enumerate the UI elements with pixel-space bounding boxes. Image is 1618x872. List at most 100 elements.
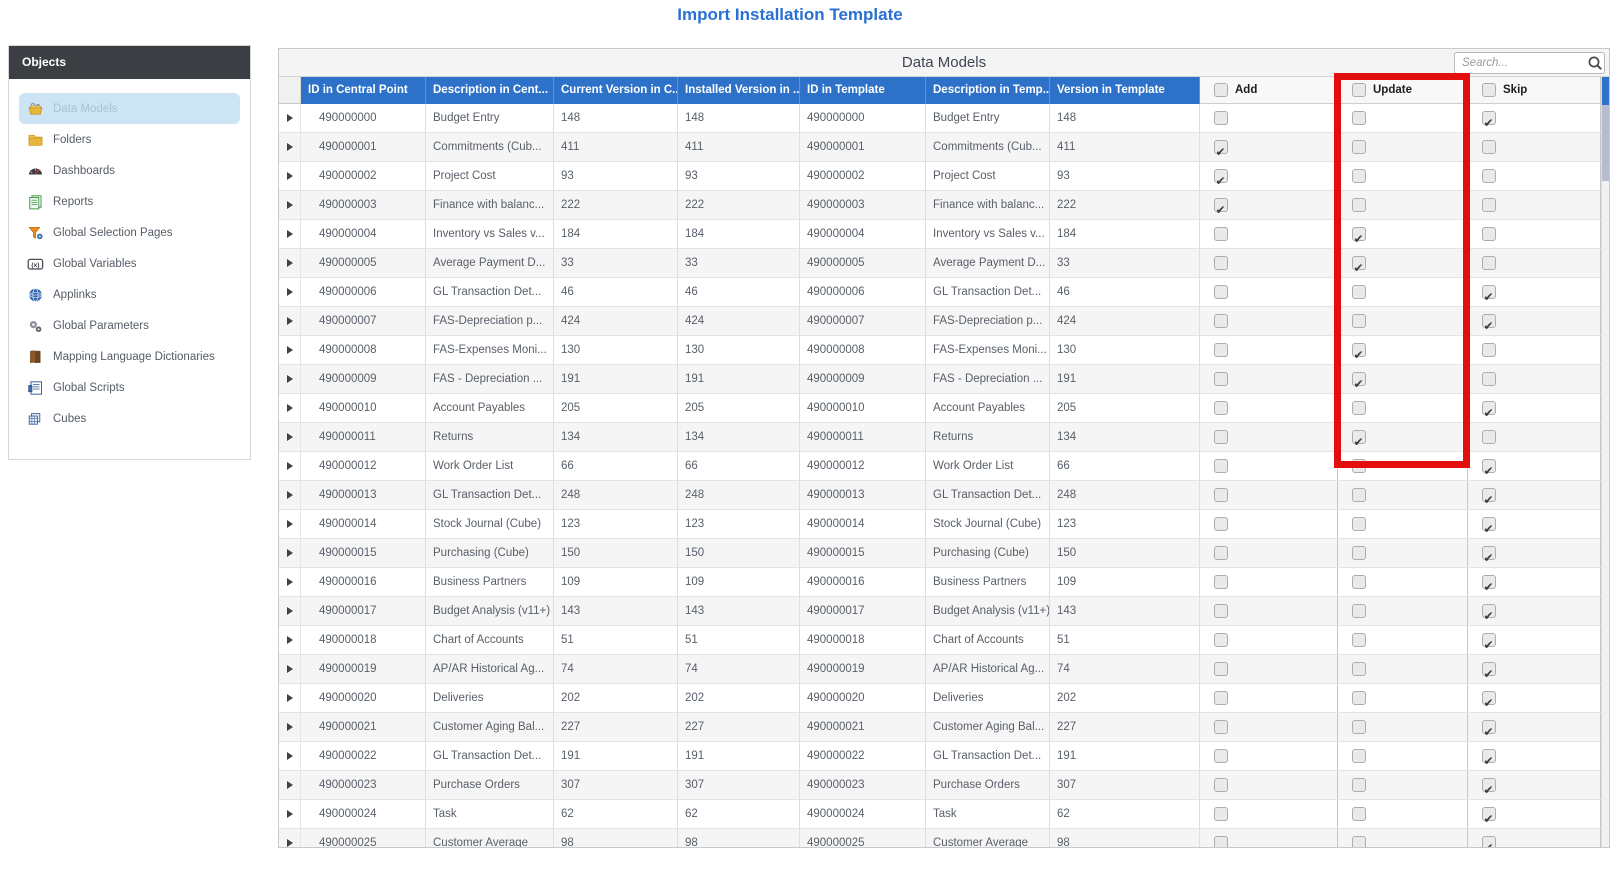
- add-checkbox[interactable]: ✔: [1214, 778, 1228, 792]
- column-header-id-in-central-point[interactable]: ID in Central Point: [301, 77, 426, 104]
- row-expander[interactable]: [279, 684, 301, 712]
- table-row[interactable]: 490000006GL Transaction Det...4646490000…: [279, 278, 1609, 307]
- update-checkbox[interactable]: ✔: [1352, 807, 1366, 821]
- sidebar-item-data-models[interactable]: Data Models: [19, 93, 240, 124]
- skip-checkbox[interactable]: ✔: [1482, 314, 1496, 328]
- skip-checkbox[interactable]: ✔: [1482, 546, 1496, 560]
- update-checkbox[interactable]: ✔: [1352, 430, 1366, 444]
- sidebar-item-reports[interactable]: Reports: [19, 186, 240, 217]
- row-expander[interactable]: [279, 191, 301, 219]
- row-expander[interactable]: [279, 365, 301, 393]
- add-checkbox[interactable]: ✔: [1214, 517, 1228, 531]
- column-header-add[interactable]: ✔Add: [1200, 77, 1338, 104]
- skip-checkbox[interactable]: ✔: [1482, 140, 1496, 154]
- row-expander[interactable]: [279, 510, 301, 538]
- sidebar-item-applinks[interactable]: Applinks: [19, 279, 240, 310]
- add-checkbox[interactable]: ✔: [1214, 401, 1228, 415]
- skip-checkbox[interactable]: ✔: [1482, 691, 1496, 705]
- add-checkbox[interactable]: ✔: [1214, 111, 1228, 125]
- table-row[interactable]: 490000016Business Partners10910949000001…: [279, 568, 1609, 597]
- row-expander[interactable]: [279, 626, 301, 654]
- row-expander[interactable]: [279, 568, 301, 596]
- skip-checkbox[interactable]: ✔: [1482, 720, 1496, 734]
- table-row[interactable]: 490000019AP/AR Historical Ag...747449000…: [279, 655, 1609, 684]
- add-checkbox[interactable]: ✔: [1214, 633, 1228, 647]
- table-row[interactable]: 490000015Purchasing (Cube)15015049000001…: [279, 539, 1609, 568]
- table-row[interactable]: 490000008FAS-Expenses Moni...13013049000…: [279, 336, 1609, 365]
- column-header-installed-version-in[interactable]: Installed Version in ...: [678, 77, 800, 104]
- update-checkbox[interactable]: ✔: [1352, 662, 1366, 676]
- table-row[interactable]: 490000007FAS-Depreciation p...4244244900…: [279, 307, 1609, 336]
- update-checkbox[interactable]: ✔: [1352, 691, 1366, 705]
- add-checkbox[interactable]: ✔: [1214, 256, 1228, 270]
- scrollbar-thumb[interactable]: [1602, 105, 1609, 181]
- sidebar-item-dashboards[interactable]: Dashboards: [19, 155, 240, 186]
- row-expander[interactable]: [279, 597, 301, 625]
- update-all-checkbox[interactable]: ✔: [1352, 83, 1366, 97]
- row-expander[interactable]: [279, 249, 301, 277]
- update-checkbox[interactable]: ✔: [1352, 575, 1366, 589]
- search-icon[interactable]: [1586, 54, 1604, 72]
- add-checkbox[interactable]: ✔: [1214, 430, 1228, 444]
- update-checkbox[interactable]: ✔: [1352, 372, 1366, 386]
- add-checkbox[interactable]: ✔: [1214, 807, 1228, 821]
- vertical-scrollbar[interactable]: [1601, 77, 1609, 847]
- table-row[interactable]: 490000009FAS - Depreciation ...191191490…: [279, 365, 1609, 394]
- update-checkbox[interactable]: ✔: [1352, 488, 1366, 502]
- row-expander[interactable]: [279, 423, 301, 451]
- sidebar-item-global-parameters[interactable]: Global Parameters: [19, 310, 240, 341]
- skip-all-checkbox[interactable]: ✔: [1482, 83, 1496, 97]
- sidebar-item-global-variables[interactable]: (x)Global Variables: [19, 248, 240, 279]
- sidebar-item-global-scripts[interactable]: Global Scripts: [19, 372, 240, 403]
- update-checkbox[interactable]: ✔: [1352, 111, 1366, 125]
- sidebar-item-cubes[interactable]: Cubes: [19, 403, 240, 434]
- table-row[interactable]: 490000010Account Payables205205490000010…: [279, 394, 1609, 423]
- table-row[interactable]: 490000022GL Transaction Det...1911914900…: [279, 742, 1609, 771]
- row-expander[interactable]: [279, 829, 301, 848]
- sidebar-item-global-selection-pages[interactable]: Global Selection Pages: [19, 217, 240, 248]
- column-header-id-in-template[interactable]: ID in Template: [800, 77, 926, 104]
- skip-checkbox[interactable]: ✔: [1482, 227, 1496, 241]
- table-row[interactable]: 490000023Purchase Orders307307490000023P…: [279, 771, 1609, 800]
- update-checkbox[interactable]: ✔: [1352, 227, 1366, 241]
- add-checkbox[interactable]: ✔: [1214, 285, 1228, 299]
- update-checkbox[interactable]: ✔: [1352, 546, 1366, 560]
- table-row[interactable]: 490000017Budget Analysis (v11+)143143490…: [279, 597, 1609, 626]
- row-expander[interactable]: [279, 452, 301, 480]
- row-expander[interactable]: [279, 800, 301, 828]
- table-row[interactable]: 490000014Stock Journal (Cube)12312349000…: [279, 510, 1609, 539]
- add-checkbox[interactable]: ✔: [1214, 836, 1228, 848]
- update-checkbox[interactable]: ✔: [1352, 285, 1366, 299]
- search-input[interactable]: [1455, 57, 1586, 69]
- update-checkbox[interactable]: ✔: [1352, 198, 1366, 212]
- add-checkbox[interactable]: ✔: [1214, 691, 1228, 705]
- column-header-update[interactable]: ✔Update: [1338, 77, 1468, 104]
- update-checkbox[interactable]: ✔: [1352, 749, 1366, 763]
- add-checkbox[interactable]: ✔: [1214, 459, 1228, 473]
- update-checkbox[interactable]: ✔: [1352, 140, 1366, 154]
- column-header-current-version-in-c[interactable]: Current Version in C...: [554, 77, 678, 104]
- skip-checkbox[interactable]: ✔: [1482, 749, 1496, 763]
- update-checkbox[interactable]: ✔: [1352, 720, 1366, 734]
- add-checkbox[interactable]: ✔: [1214, 720, 1228, 734]
- update-checkbox[interactable]: ✔: [1352, 401, 1366, 415]
- skip-checkbox[interactable]: ✔: [1482, 836, 1496, 848]
- table-row[interactable]: 490000002Project Cost9393490000002Projec…: [279, 162, 1609, 191]
- table-row[interactable]: 490000013GL Transaction Det...2482484900…: [279, 481, 1609, 510]
- column-header-skip[interactable]: ✔Skip: [1468, 77, 1601, 104]
- row-expander[interactable]: [279, 771, 301, 799]
- add-checkbox[interactable]: ✔: [1214, 140, 1228, 154]
- update-checkbox[interactable]: ✔: [1352, 459, 1366, 473]
- add-checkbox[interactable]: ✔: [1214, 372, 1228, 386]
- table-row[interactable]: 490000005Average Payment D...33334900000…: [279, 249, 1609, 278]
- table-row[interactable]: 490000018Chart of Accounts5151490000018C…: [279, 626, 1609, 655]
- skip-checkbox[interactable]: ✔: [1482, 256, 1496, 270]
- row-expander[interactable]: [279, 655, 301, 683]
- skip-checkbox[interactable]: ✔: [1482, 604, 1496, 618]
- row-expander[interactable]: [279, 394, 301, 422]
- skip-checkbox[interactable]: ✔: [1482, 198, 1496, 212]
- row-expander[interactable]: [279, 104, 301, 132]
- table-row[interactable]: 490000020Deliveries202202490000020Delive…: [279, 684, 1609, 713]
- table-row[interactable]: 490000003Finance with balanc...222222490…: [279, 191, 1609, 220]
- add-checkbox[interactable]: ✔: [1214, 198, 1228, 212]
